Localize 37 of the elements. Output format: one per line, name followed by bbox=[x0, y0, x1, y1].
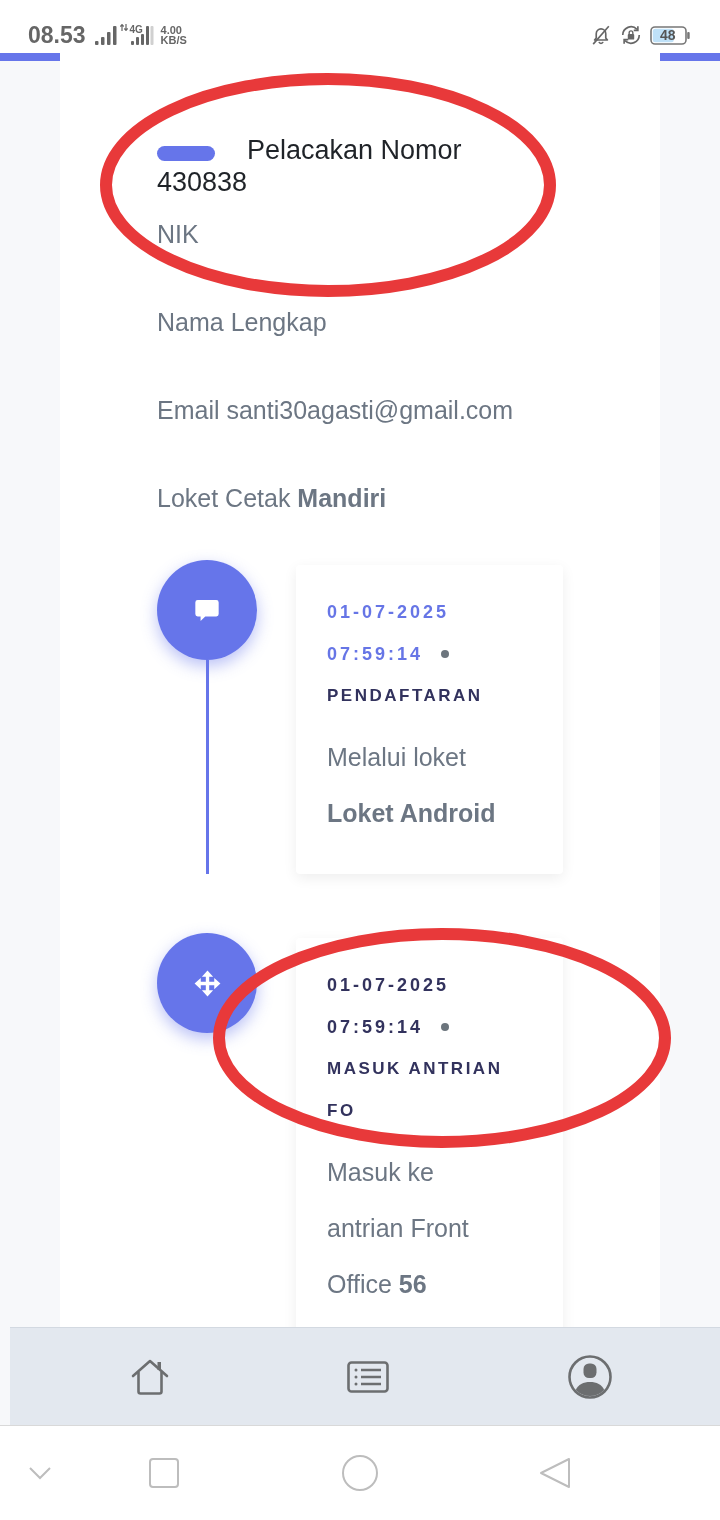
network-speed: 4.00 bbox=[160, 25, 183, 35]
detail-text: Nama Lengkap bbox=[157, 307, 327, 338]
move-arrows-icon bbox=[157, 933, 257, 1033]
battery-icon bbox=[650, 25, 690, 45]
event-description: Melalui loket Loket Android bbox=[327, 742, 497, 829]
signal-icon bbox=[94, 25, 117, 45]
detail-text: Loket Cetak Mandiri bbox=[157, 483, 387, 514]
signal-icon bbox=[129, 25, 154, 45]
network-speed-unit: KB/S bbox=[160, 35, 187, 45]
network-type-label: 4G bbox=[129, 24, 143, 35]
rotation-lock-icon bbox=[620, 24, 642, 46]
bullet-icon bbox=[441, 1023, 450, 1031]
back-icon[interactable] bbox=[538, 1456, 572, 1490]
tracking-number: 430838 bbox=[157, 166, 248, 198]
profile-icon[interactable] bbox=[568, 1354, 612, 1399]
event-time: 07:59:14 bbox=[327, 643, 424, 666]
bell-off-icon bbox=[590, 24, 612, 46]
detail-text: NIK bbox=[157, 219, 199, 250]
event-description: Masuk ke antrian Front Office 56 bbox=[327, 1157, 470, 1300]
square-icon[interactable] bbox=[149, 1458, 179, 1488]
battery-level-text: 48 bbox=[660, 28, 676, 42]
data-transfer-icon bbox=[119, 24, 128, 31]
status-time: 08.53 bbox=[28, 23, 86, 47]
bullet-icon bbox=[441, 650, 450, 658]
tracking-title: Pelacakan Nomor bbox=[247, 134, 462, 166]
home-icon[interactable] bbox=[130, 1357, 170, 1396]
chevron-down-icon[interactable] bbox=[28, 1466, 52, 1480]
event-time: 07:59:14 bbox=[327, 1016, 424, 1039]
circle-icon[interactable] bbox=[342, 1455, 378, 1491]
event-title: PENDAFTARAN bbox=[327, 685, 484, 707]
event-date: 01-07-2025 bbox=[327, 601, 450, 624]
event-date: 01-07-2025 bbox=[327, 974, 450, 997]
detail-text: Email santi30agasti@gmail.com bbox=[157, 395, 514, 426]
speech-bubble-icon bbox=[157, 560, 257, 660]
list-icon[interactable] bbox=[347, 1360, 389, 1393]
pill-icon bbox=[157, 145, 215, 161]
event-title: MASUK ANTRIAN FO bbox=[327, 1058, 504, 1122]
